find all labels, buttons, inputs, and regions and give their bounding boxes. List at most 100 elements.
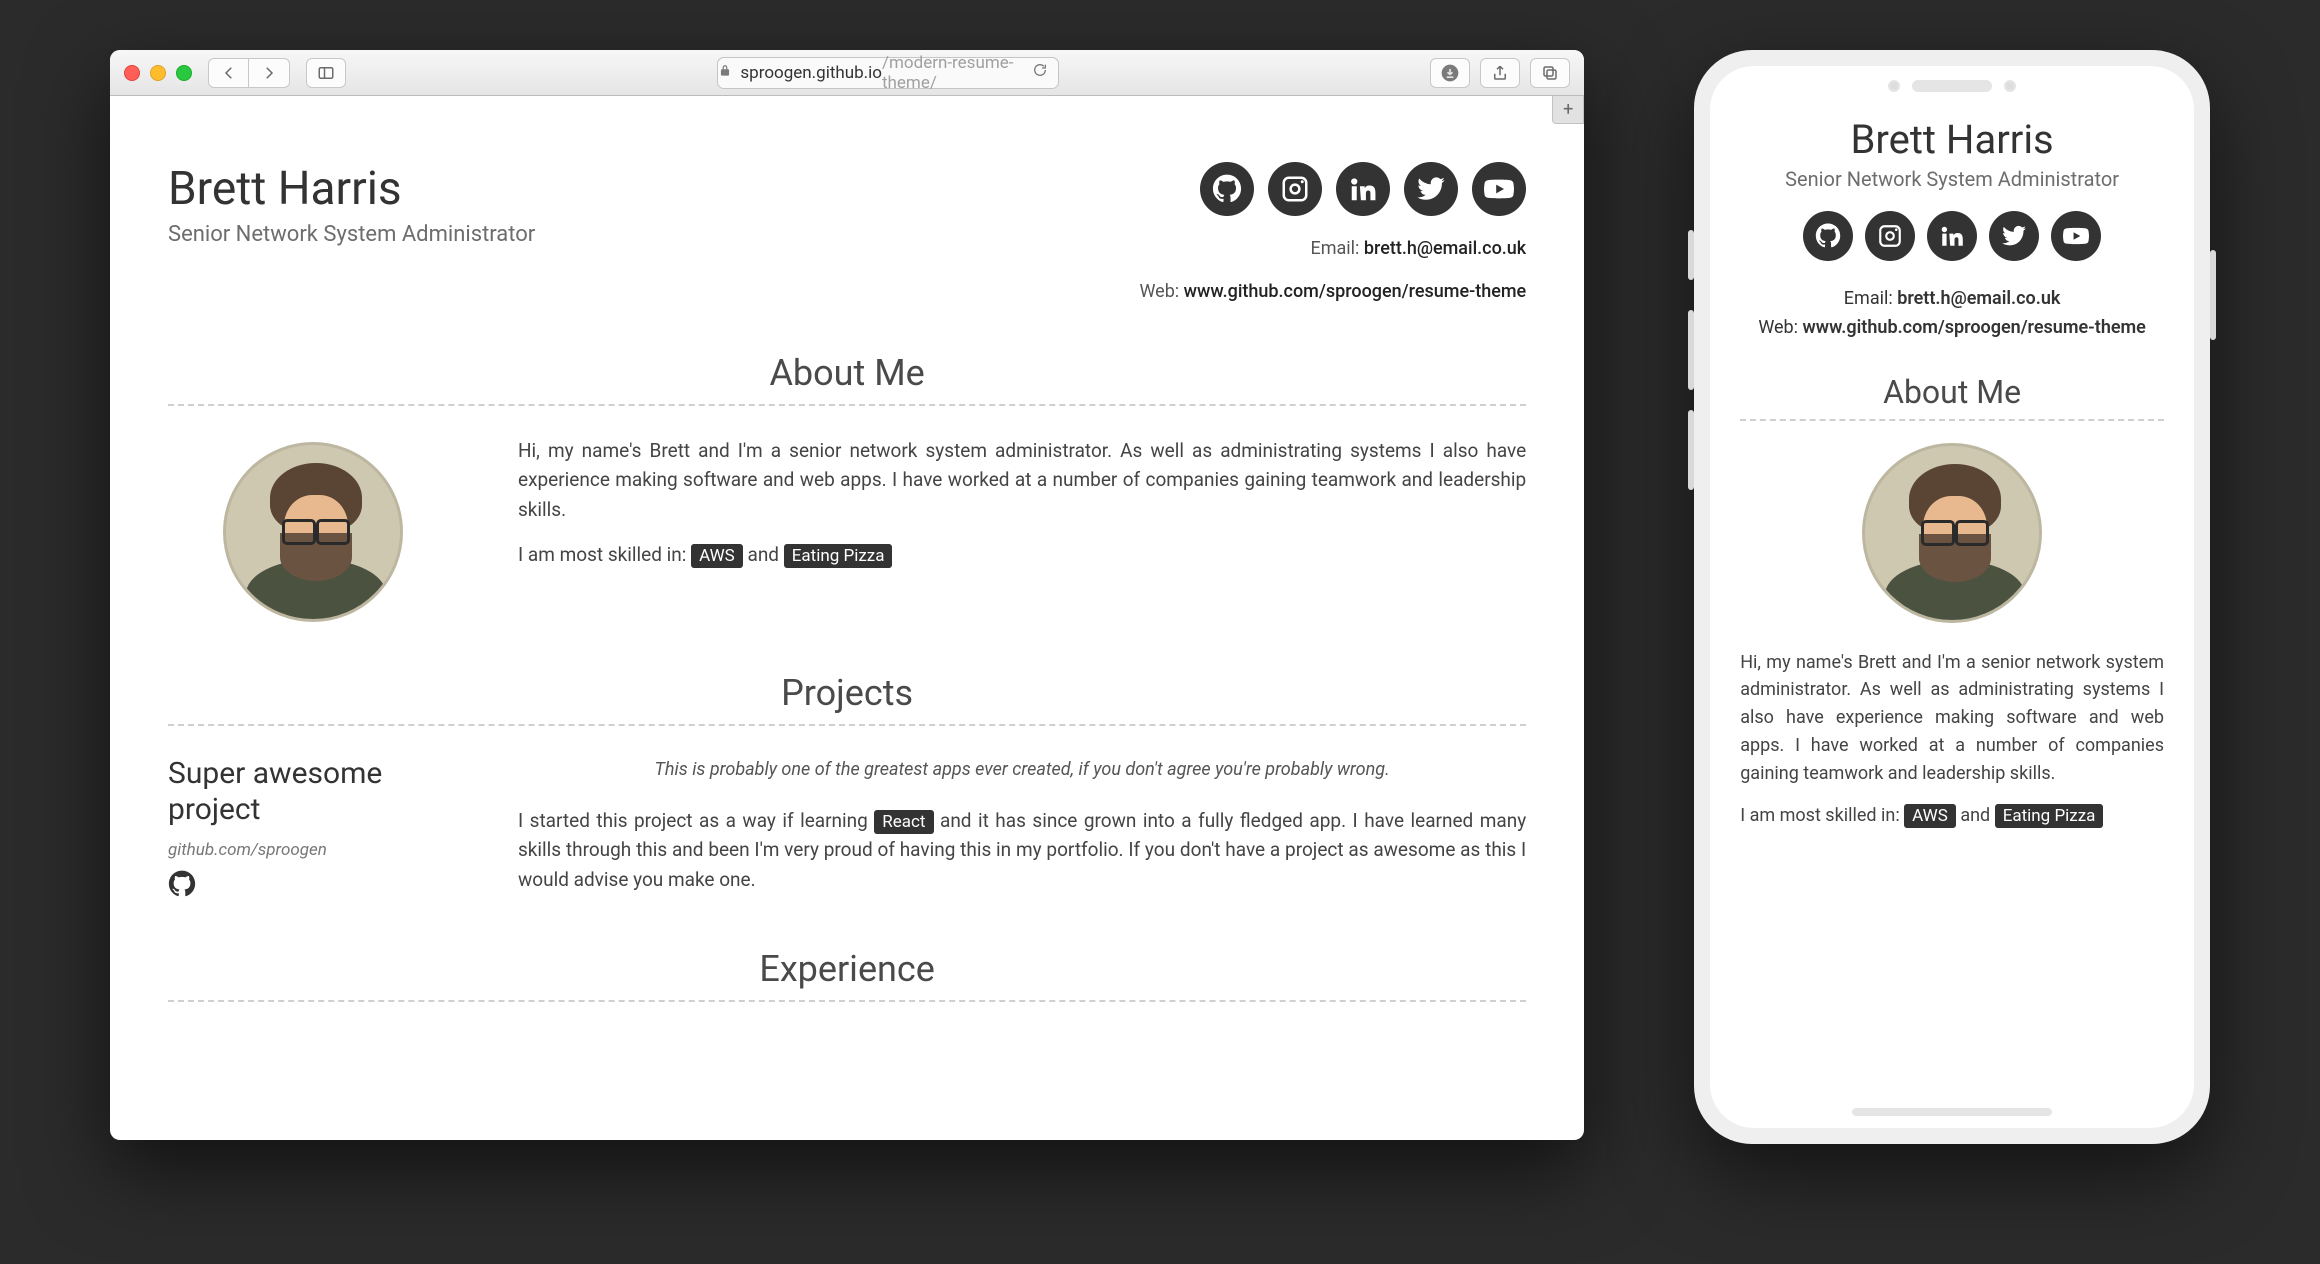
instagram-link[interactable] — [1268, 162, 1322, 216]
divider — [168, 1000, 1526, 1002]
contact-email: Email: brett.h@email.co.uk — [1139, 238, 1526, 259]
reload-button[interactable] — [1032, 62, 1048, 83]
m-youtube-link[interactable] — [2051, 211, 2101, 261]
skills-join: and — [747, 543, 779, 566]
minimize-window-button[interactable] — [150, 65, 166, 81]
sidebar-toggle-button[interactable] — [306, 58, 346, 88]
project-title: Super awesome project — [168, 756, 458, 828]
m-avatar — [1862, 443, 2042, 623]
linkedin-link[interactable] — [1336, 162, 1390, 216]
skill-chip-1: AWS — [691, 544, 743, 568]
m-linkedin-link[interactable] — [1927, 211, 1977, 261]
project-github-link[interactable] — [168, 870, 196, 898]
project-chip: React — [874, 810, 933, 834]
sidebar-icon — [317, 64, 335, 82]
section-about-title: About Me — [168, 352, 1526, 394]
m-person-name: Brett Harris — [1740, 116, 2164, 163]
url-bar[interactable]: sproogen.github.io/modern-resume-theme/ — [717, 57, 1058, 89]
phone-side-button — [1688, 230, 1694, 280]
window-controls — [124, 65, 192, 81]
email-value: brett.h@email.co.uk — [1364, 238, 1526, 259]
m-person-role: Senior Network System Administrator — [1740, 167, 2164, 191]
linkedin-icon — [1939, 223, 1965, 249]
m-section-about: About Me — [1740, 373, 2164, 411]
about-skills: I am most skilled in: AWS and Eating Piz… — [518, 540, 1526, 569]
m-about-skills: I am most skilled in: AWS and Eating Piz… — [1740, 802, 2164, 830]
m-contact: Email: brett.h@email.co.uk Web: www.gith… — [1740, 285, 2164, 343]
m-web-label: Web: — [1758, 317, 1798, 338]
m-divider — [1740, 419, 2164, 421]
nav-back-forward — [208, 58, 290, 88]
avatar-wrap — [168, 436, 458, 622]
phone-volume-down — [1688, 410, 1694, 490]
share-button[interactable] — [1480, 58, 1520, 88]
m-avatar-illustration — [1865, 446, 2039, 620]
forward-button[interactable] — [249, 59, 289, 87]
project-left: Super awesome project github.com/sprooge… — [168, 756, 458, 898]
downloads-button[interactable] — [1430, 58, 1470, 88]
m-web-value: www.github.com/sproogen/resume-theme — [1803, 317, 2146, 338]
youtube-icon — [2063, 223, 2089, 249]
desktop-browser-window: sproogen.github.io/modern-resume-theme/ … — [110, 50, 1584, 1140]
header-left: Brett Harris Senior Network System Admin… — [168, 162, 535, 247]
phone-mock: Brett Harris Senior Network System Admin… — [1694, 50, 2210, 1144]
m-github-link[interactable] — [1803, 211, 1853, 261]
section-experience-title: Experience — [168, 948, 1526, 990]
github-icon — [1212, 174, 1242, 204]
maximize-window-button[interactable] — [176, 65, 192, 81]
phone-home-bar — [1852, 1108, 2052, 1116]
header-right: Email: brett.h@email.co.uk Web: www.gith… — [1139, 162, 1526, 302]
close-window-button[interactable] — [124, 65, 140, 81]
twitter-link[interactable] — [1404, 162, 1458, 216]
youtube-icon — [1484, 174, 1514, 204]
divider — [168, 404, 1526, 406]
tabs-icon — [1541, 64, 1559, 82]
web-value: www.github.com/sproogen/resume-theme — [1184, 281, 1527, 302]
project-link[interactable]: github.com/sproogen — [168, 840, 458, 860]
person-name: Brett Harris — [168, 162, 535, 216]
m-skills-join: and — [1960, 805, 1990, 826]
m-skill-chip-1: AWS — [1904, 804, 1956, 828]
github-link[interactable] — [1200, 162, 1254, 216]
email-label: Email: — [1311, 238, 1360, 259]
project-description: I started this project as a way if learn… — [518, 806, 1526, 894]
linkedin-icon — [1348, 174, 1378, 204]
twitter-icon — [2001, 223, 2027, 249]
m-about-paragraph: Hi, my name's Brett and I'm a senior net… — [1740, 649, 2164, 788]
m-avatar-wrap — [1740, 443, 2164, 623]
m-skill-chip-2: Eating Pizza — [1995, 804, 2104, 828]
share-icon — [1491, 64, 1509, 82]
web-label: Web: — [1139, 281, 1179, 302]
phone-screen: Brett Harris Senior Network System Admin… — [1710, 66, 2194, 1128]
github-icon — [1815, 223, 1841, 249]
phone-volume-up — [1688, 310, 1694, 390]
chevron-left-icon — [220, 64, 238, 82]
m-email-value: brett.h@email.co.uk — [1897, 288, 2060, 309]
download-icon — [1440, 63, 1460, 83]
project-desc-a: I started this project as a way if learn… — [518, 809, 874, 832]
page-content: Brett Harris Senior Network System Admin… — [110, 96, 1584, 1140]
back-button[interactable] — [209, 59, 249, 87]
github-icon — [168, 870, 196, 898]
youtube-link[interactable] — [1472, 162, 1526, 216]
divider — [168, 724, 1526, 726]
m-twitter-link[interactable] — [1989, 211, 2039, 261]
tabs-button[interactable] — [1530, 58, 1570, 88]
new-tab-button[interactable]: + — [1552, 96, 1584, 124]
m-instagram-link[interactable] — [1865, 211, 1915, 261]
toolbar-right — [1430, 58, 1570, 88]
lock-icon — [718, 63, 732, 83]
skills-lead: I am most skilled in: — [518, 543, 686, 566]
instagram-icon — [1877, 223, 1903, 249]
url-host: sproogen.github.io — [740, 63, 882, 83]
about-paragraph: Hi, my name's Brett and I'm a senior net… — [518, 436, 1526, 524]
instagram-icon — [1280, 174, 1310, 204]
section-projects-title: Projects — [168, 672, 1526, 714]
avatar — [223, 442, 403, 622]
phone-notch — [1888, 80, 2016, 92]
m-skills-lead: I am most skilled in: — [1740, 805, 1899, 826]
chevron-right-icon — [260, 64, 278, 82]
avatar-illustration — [226, 445, 400, 619]
phone-power-button — [2210, 250, 2216, 340]
m-about-text: Hi, my name's Brett and I'm a senior net… — [1740, 649, 2164, 830]
